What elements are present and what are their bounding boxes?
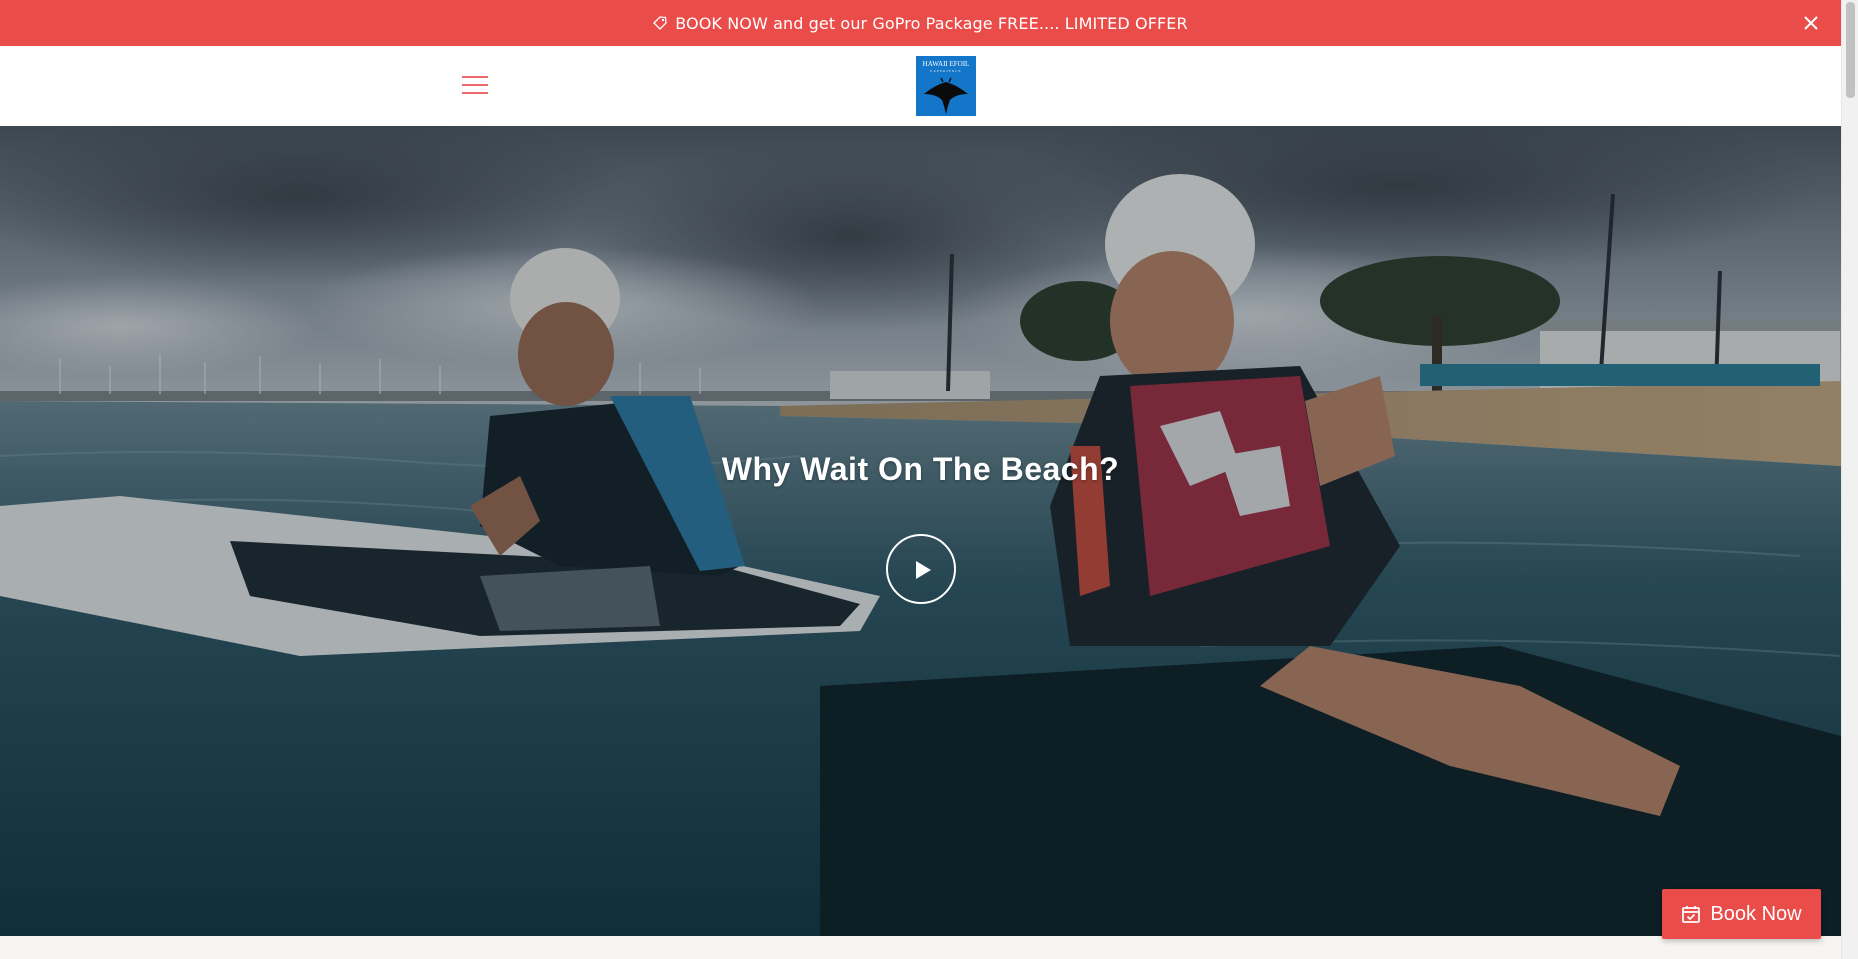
manta-ray-icon xyxy=(924,77,968,114)
site-logo[interactable]: HAWAII EFOIL EXPERIENCE xyxy=(916,56,976,116)
page: BOOK NOW and get our GoPro Package FREE.… xyxy=(0,0,1858,959)
hero-overlay xyxy=(0,126,1841,936)
next-section-edge xyxy=(0,936,1841,959)
book-now-label: Book Now xyxy=(1710,902,1802,925)
book-now-button[interactable]: Book Now xyxy=(1662,889,1821,939)
hamburger-menu-icon[interactable] xyxy=(462,74,488,94)
hero-section: Why Wait On The Beach? xyxy=(0,126,1841,936)
close-icon[interactable] xyxy=(1801,13,1821,33)
scrollbar-thumb[interactable] xyxy=(1846,2,1855,98)
play-video-button[interactable] xyxy=(886,534,956,604)
play-icon xyxy=(916,561,931,579)
logo-title: HAWAII EFOIL xyxy=(922,60,970,68)
site-header: HAWAII EFOIL EXPERIENCE xyxy=(0,46,1841,126)
announcement-text[interactable]: BOOK NOW and get our GoPro Package FREE.… xyxy=(675,14,1187,33)
hero-title: Why Wait On The Beach? xyxy=(721,451,1120,487)
tag-icon xyxy=(653,16,667,30)
page-scrollbar[interactable] xyxy=(1841,0,1858,959)
logo-subtitle: EXPERIENCE xyxy=(930,69,962,73)
announcement-bar[interactable]: BOOK NOW and get our GoPro Package FREE.… xyxy=(0,0,1841,46)
calendar-check-icon xyxy=(1682,906,1701,923)
